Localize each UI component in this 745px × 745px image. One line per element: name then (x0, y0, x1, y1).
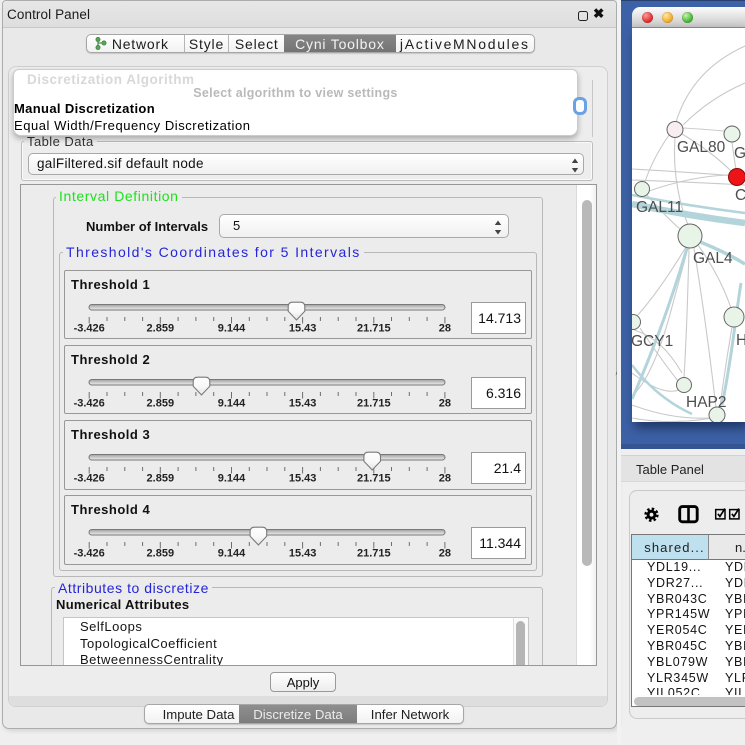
svg-text:15.43: 15.43 (289, 473, 317, 485)
svg-text:-3.426: -3.426 (74, 397, 105, 409)
svg-text:GA: GA (734, 145, 745, 162)
svg-text:28: 28 (439, 548, 451, 560)
svg-text:2.859: 2.859 (147, 397, 175, 409)
svg-text:9.144: 9.144 (218, 473, 246, 485)
svg-text:-3.426: -3.426 (74, 548, 105, 560)
svg-text:28: 28 (439, 473, 451, 485)
svg-text:GCY1: GCY1 (632, 333, 673, 350)
svg-text:15.43: 15.43 (289, 397, 317, 409)
svg-text:21.715: 21.715 (357, 397, 391, 409)
svg-text:HI: HI (736, 332, 745, 349)
svg-text:21.715: 21.715 (357, 322, 391, 334)
svg-text:15.43: 15.43 (289, 322, 317, 334)
svg-text:21.715: 21.715 (357, 473, 391, 485)
svg-text:CA: CA (735, 187, 745, 204)
svg-text:28: 28 (439, 322, 451, 334)
svg-text:9.144: 9.144 (218, 322, 246, 334)
svg-text:21.715: 21.715 (357, 548, 391, 560)
svg-text:9.144: 9.144 (218, 548, 246, 560)
svg-text:HAP2: HAP2 (686, 394, 727, 411)
svg-text:15.43: 15.43 (289, 548, 317, 560)
svg-text:2.859: 2.859 (147, 548, 175, 560)
svg-text:2.859: 2.859 (147, 473, 175, 485)
svg-text:9.144: 9.144 (218, 397, 246, 409)
svg-text:28: 28 (439, 397, 451, 409)
svg-text:GAL11: GAL11 (636, 199, 683, 216)
svg-text:2.859: 2.859 (147, 322, 175, 334)
svg-text:GAL80: GAL80 (677, 139, 726, 156)
svg-text:GAL4: GAL4 (693, 250, 733, 267)
svg-text:-3.426: -3.426 (74, 322, 105, 334)
svg-text:-3.426: -3.426 (74, 473, 105, 485)
